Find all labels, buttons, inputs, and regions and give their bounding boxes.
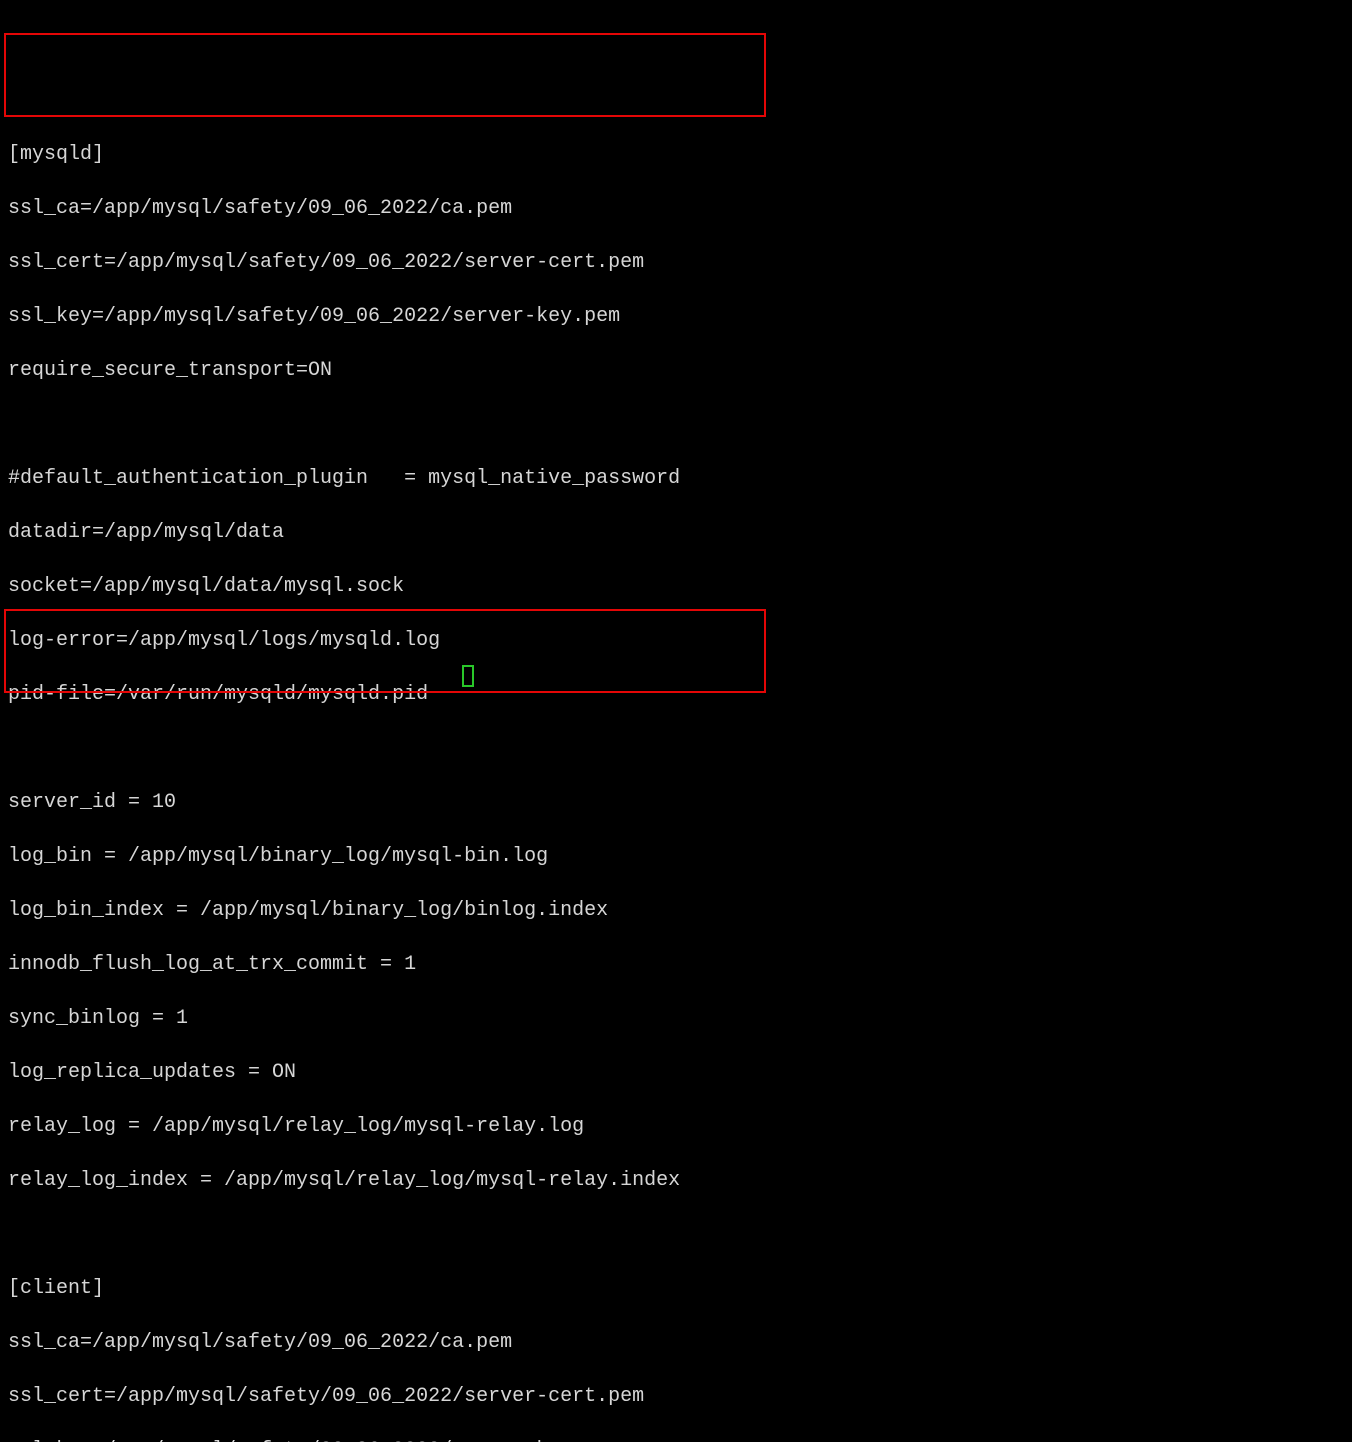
config-line: relay_log = /app/mysql/relay_log/mysql-r… xyxy=(8,1113,1344,1140)
config-line-ssl-cert: ssl_cert=/app/mysql/safety/09_06_2022/se… xyxy=(8,249,1344,276)
config-line: log_replica_updates = ON xyxy=(8,1059,1344,1086)
config-line: log_bin = /app/mysql/binary_log/mysql-bi… xyxy=(8,843,1344,870)
config-line: sync_binlog = 1 xyxy=(8,1005,1344,1032)
terminal-content[interactable]: [mysqld] ssl_ca=/app/mysql/safety/09_06_… xyxy=(8,114,1344,1442)
section-header-mysqld: [mysqld] xyxy=(8,141,1344,168)
config-line: socket=/app/mysql/data/mysql.sock xyxy=(8,573,1344,600)
config-line: log_bin_index = /app/mysql/binary_log/bi… xyxy=(8,897,1344,924)
config-line-ssl-key: ssl_key=/app/mysql/safety/09_06_2022/ser… xyxy=(8,303,1344,330)
config-line: log-error=/app/mysql/logs/mysqld.log xyxy=(8,627,1344,654)
config-comment-line: #default_authentication_plugin = mysql_n… xyxy=(8,465,1344,492)
config-blank-line xyxy=(8,411,1344,438)
config-line-ssl-key: ssl_key=/app/mysql/safety/09_06_2022/ser… xyxy=(8,1437,1344,1442)
config-line-ssl-ca: ssl_ca=/app/mysql/safety/09_06_2022/ca.p… xyxy=(8,195,1344,222)
config-blank-line xyxy=(8,735,1344,762)
config-line: relay_log_index = /app/mysql/relay_log/m… xyxy=(8,1167,1344,1194)
config-line: pid-file=/var/run/mysqld/mysqld.pid xyxy=(8,681,1344,708)
config-blank-line xyxy=(8,1221,1344,1248)
config-line: server_id = 10 xyxy=(8,789,1344,816)
config-line-ssl-cert: ssl_cert=/app/mysql/safety/09_06_2022/se… xyxy=(8,1383,1344,1410)
config-line: innodb_flush_log_at_trx_commit = 1 xyxy=(8,951,1344,978)
config-line-ssl-ca: ssl_ca=/app/mysql/safety/09_06_2022/ca.p… xyxy=(8,1329,1344,1356)
section-header-client: [client] xyxy=(8,1275,1344,1302)
config-line: require_secure_transport=ON xyxy=(8,357,1344,384)
config-line: datadir=/app/mysql/data xyxy=(8,519,1344,546)
highlight-box-mysqld-ssl xyxy=(4,33,766,117)
